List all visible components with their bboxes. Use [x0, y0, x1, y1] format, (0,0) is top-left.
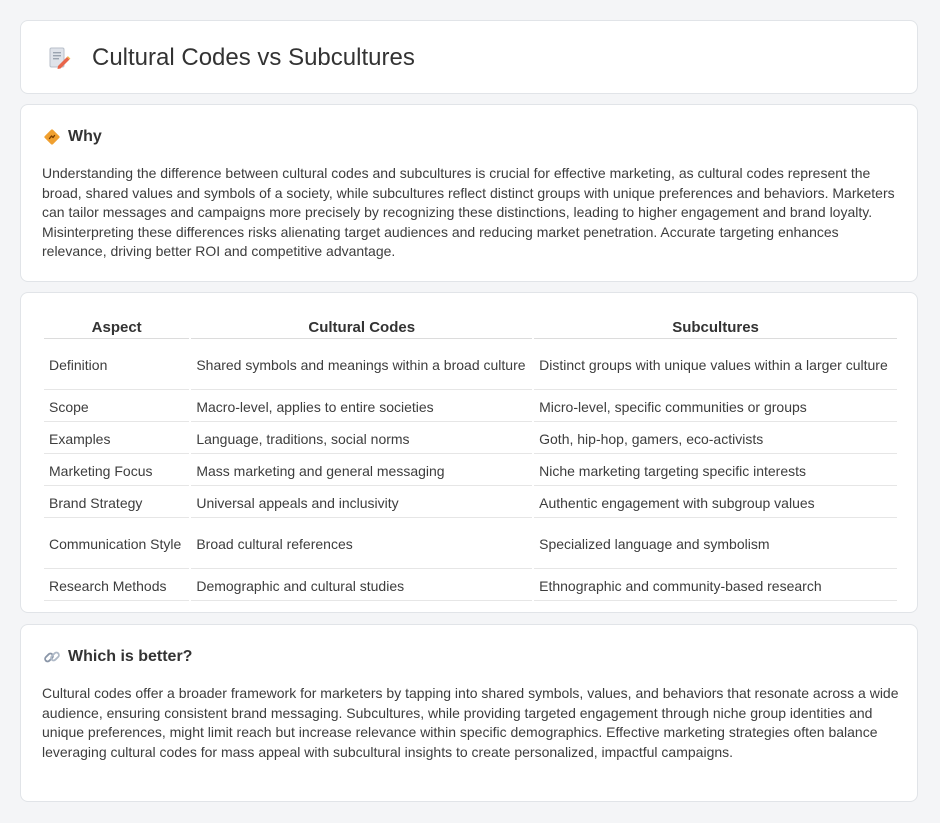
- row-aspect: Scope: [44, 392, 190, 422]
- row-aspect: Research Methods: [44, 571, 190, 601]
- row-subcultures: Micro-level, specific communities or gro…: [534, 392, 897, 422]
- table-header-row: Aspect Cultural Codes Subcultures: [44, 317, 897, 339]
- row-cultural-codes: Language, traditions, social norms: [191, 424, 533, 454]
- table-row: Examples Language, traditions, social no…: [44, 424, 897, 454]
- table-row: Communication Style Broad cultural refer…: [44, 520, 897, 569]
- why-heading-row: Why: [43, 127, 102, 147]
- column-header-subcultures: Subcultures: [534, 317, 897, 339]
- link-icon: [44, 651, 60, 663]
- comparison-section: Aspect Cultural Codes Subcultures Defini…: [20, 292, 918, 613]
- row-aspect: Marketing Focus: [44, 456, 190, 486]
- row-aspect: Definition: [44, 341, 190, 390]
- row-aspect: Communication Style: [44, 520, 190, 569]
- row-cultural-codes: Broad cultural references: [191, 520, 533, 569]
- row-cultural-codes: Shared symbols and meanings within a bro…: [191, 341, 533, 390]
- which-is-better-section: Which is better? Cultural codes offer a …: [20, 624, 918, 802]
- diamond-sign-icon: [44, 129, 60, 145]
- table-row: Marketing Focus Mass marketing and gener…: [44, 456, 897, 486]
- row-aspect: Examples: [44, 424, 190, 454]
- row-cultural-codes: Demographic and cultural studies: [191, 571, 533, 601]
- table-row: Definition Shared symbols and meanings w…: [44, 341, 897, 390]
- row-subcultures: Specialized language and symbolism: [534, 520, 897, 569]
- row-subcultures: Ethnographic and community-based researc…: [534, 571, 897, 601]
- row-subcultures: Goth, hip-hop, gamers, eco-activists: [534, 424, 897, 454]
- why-section: Why Understanding the difference between…: [20, 104, 918, 282]
- row-subcultures: Distinct groups with unique values withi…: [534, 341, 897, 390]
- better-heading: Which is better?: [68, 648, 193, 665]
- row-cultural-codes: Mass marketing and general messaging: [191, 456, 533, 486]
- better-body: Cultural codes offer a broader framework…: [42, 685, 899, 760]
- why-heading: Why: [68, 128, 102, 145]
- header-card: Cultural Codes vs Subcultures: [20, 20, 918, 94]
- document-pencil-icon: [49, 47, 71, 69]
- table-row: Research Methods Demographic and cultura…: [44, 571, 897, 601]
- better-heading-row: Which is better?: [43, 647, 192, 667]
- comparison-table: Aspect Cultural Codes Subcultures Defini…: [42, 315, 899, 603]
- why-body: Understanding the difference between cul…: [42, 165, 895, 260]
- row-cultural-codes: Universal appeals and inclusivity: [191, 488, 533, 518]
- column-header-aspect: Aspect: [44, 317, 190, 339]
- table-row: Scope Macro-level, applies to entire soc…: [44, 392, 897, 422]
- column-header-cultural-codes: Cultural Codes: [191, 317, 533, 339]
- table-row: Brand Strategy Universal appeals and inc…: [44, 488, 897, 518]
- row-cultural-codes: Macro-level, applies to entire societies: [191, 392, 533, 422]
- row-subcultures: Niche marketing targeting specific inter…: [534, 456, 897, 486]
- row-subcultures: Authentic engagement with subgroup value…: [534, 488, 897, 518]
- row-aspect: Brand Strategy: [44, 488, 190, 518]
- page-title: Cultural Codes vs Subcultures: [92, 44, 415, 71]
